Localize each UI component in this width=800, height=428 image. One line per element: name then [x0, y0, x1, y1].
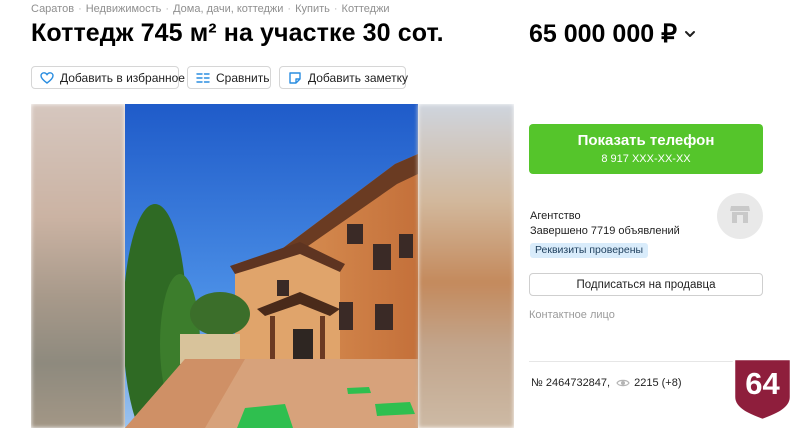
- favorite-label: Добавить в избранное: [60, 70, 185, 85]
- badge-text: 64: [745, 366, 780, 401]
- breadcrumb: Саратов · Недвижимость · Дома, дачи, коттедж…: [31, 3, 390, 15]
- chevron-down-icon[interactable]: [682, 26, 698, 42]
- price: 65 000 000 ₽: [529, 20, 677, 48]
- breadcrumb-separator: ·: [333, 3, 338, 15]
- divider: [529, 361, 763, 362]
- listing-number: № 2464732847,: [531, 377, 611, 389]
- next-photo-preview[interactable]: [418, 104, 514, 428]
- add-note-button[interactable]: Добавить заметку: [279, 66, 408, 89]
- show-phone-button[interactable]: Показать телефон 8 917 XXX-XX-XX: [529, 124, 763, 174]
- breadcrumb-item-houses[interactable]: Дома, дачи, коттеджи: [173, 3, 283, 15]
- compare-button[interactable]: Сравнить: [187, 66, 271, 89]
- breadcrumb-item-cottages[interactable]: Коттеджи: [342, 3, 390, 15]
- shop-icon: [729, 204, 751, 229]
- page-title: Коттедж 745 м² на участке 30 сот.: [31, 19, 444, 47]
- photo-gallery[interactable]: [31, 104, 514, 428]
- subscribe-seller-button[interactable]: Подписаться на продавца: [529, 273, 763, 296]
- add-to-favorites-button[interactable]: Добавить в избранное: [31, 66, 185, 89]
- main-photo[interactable]: [125, 104, 418, 428]
- seller-stats: Завершено 7719 объявлений: [530, 225, 680, 237]
- note-label: Добавить заметку: [308, 70, 408, 85]
- contact-person-label: Контактное лицо: [529, 309, 615, 321]
- masked-phone: 8 917 XXX-XX-XX: [601, 153, 691, 165]
- breadcrumb-separator: ·: [78, 3, 82, 15]
- avatar[interactable]: [717, 193, 763, 239]
- eye-icon: [616, 378, 630, 388]
- views-count: 2215 (+8): [634, 377, 682, 389]
- show-phone-label: Показать телефон: [577, 132, 715, 149]
- breadcrumb-separator: ·: [287, 3, 292, 15]
- verified-badge: Реквизиты проверены: [530, 243, 649, 258]
- compare-icon: [196, 71, 210, 85]
- seller-type[interactable]: Агентство: [530, 210, 581, 222]
- compare-label: Сравнить: [216, 70, 270, 85]
- note-icon: [288, 71, 302, 85]
- breadcrumb-separator: ·: [165, 3, 170, 15]
- region-64-logo: 64: [732, 357, 793, 421]
- breadcrumb-item-realty[interactable]: Недвижимость: [86, 3, 162, 15]
- listing-meta: № 2464732847, 2215 (+8): [531, 377, 682, 389]
- previous-photo-preview[interactable]: [31, 104, 125, 428]
- heart-icon: [40, 71, 54, 85]
- breadcrumb-item-buy[interactable]: Купить: [295, 3, 330, 15]
- breadcrumb-item-city[interactable]: Саратов: [31, 3, 74, 15]
